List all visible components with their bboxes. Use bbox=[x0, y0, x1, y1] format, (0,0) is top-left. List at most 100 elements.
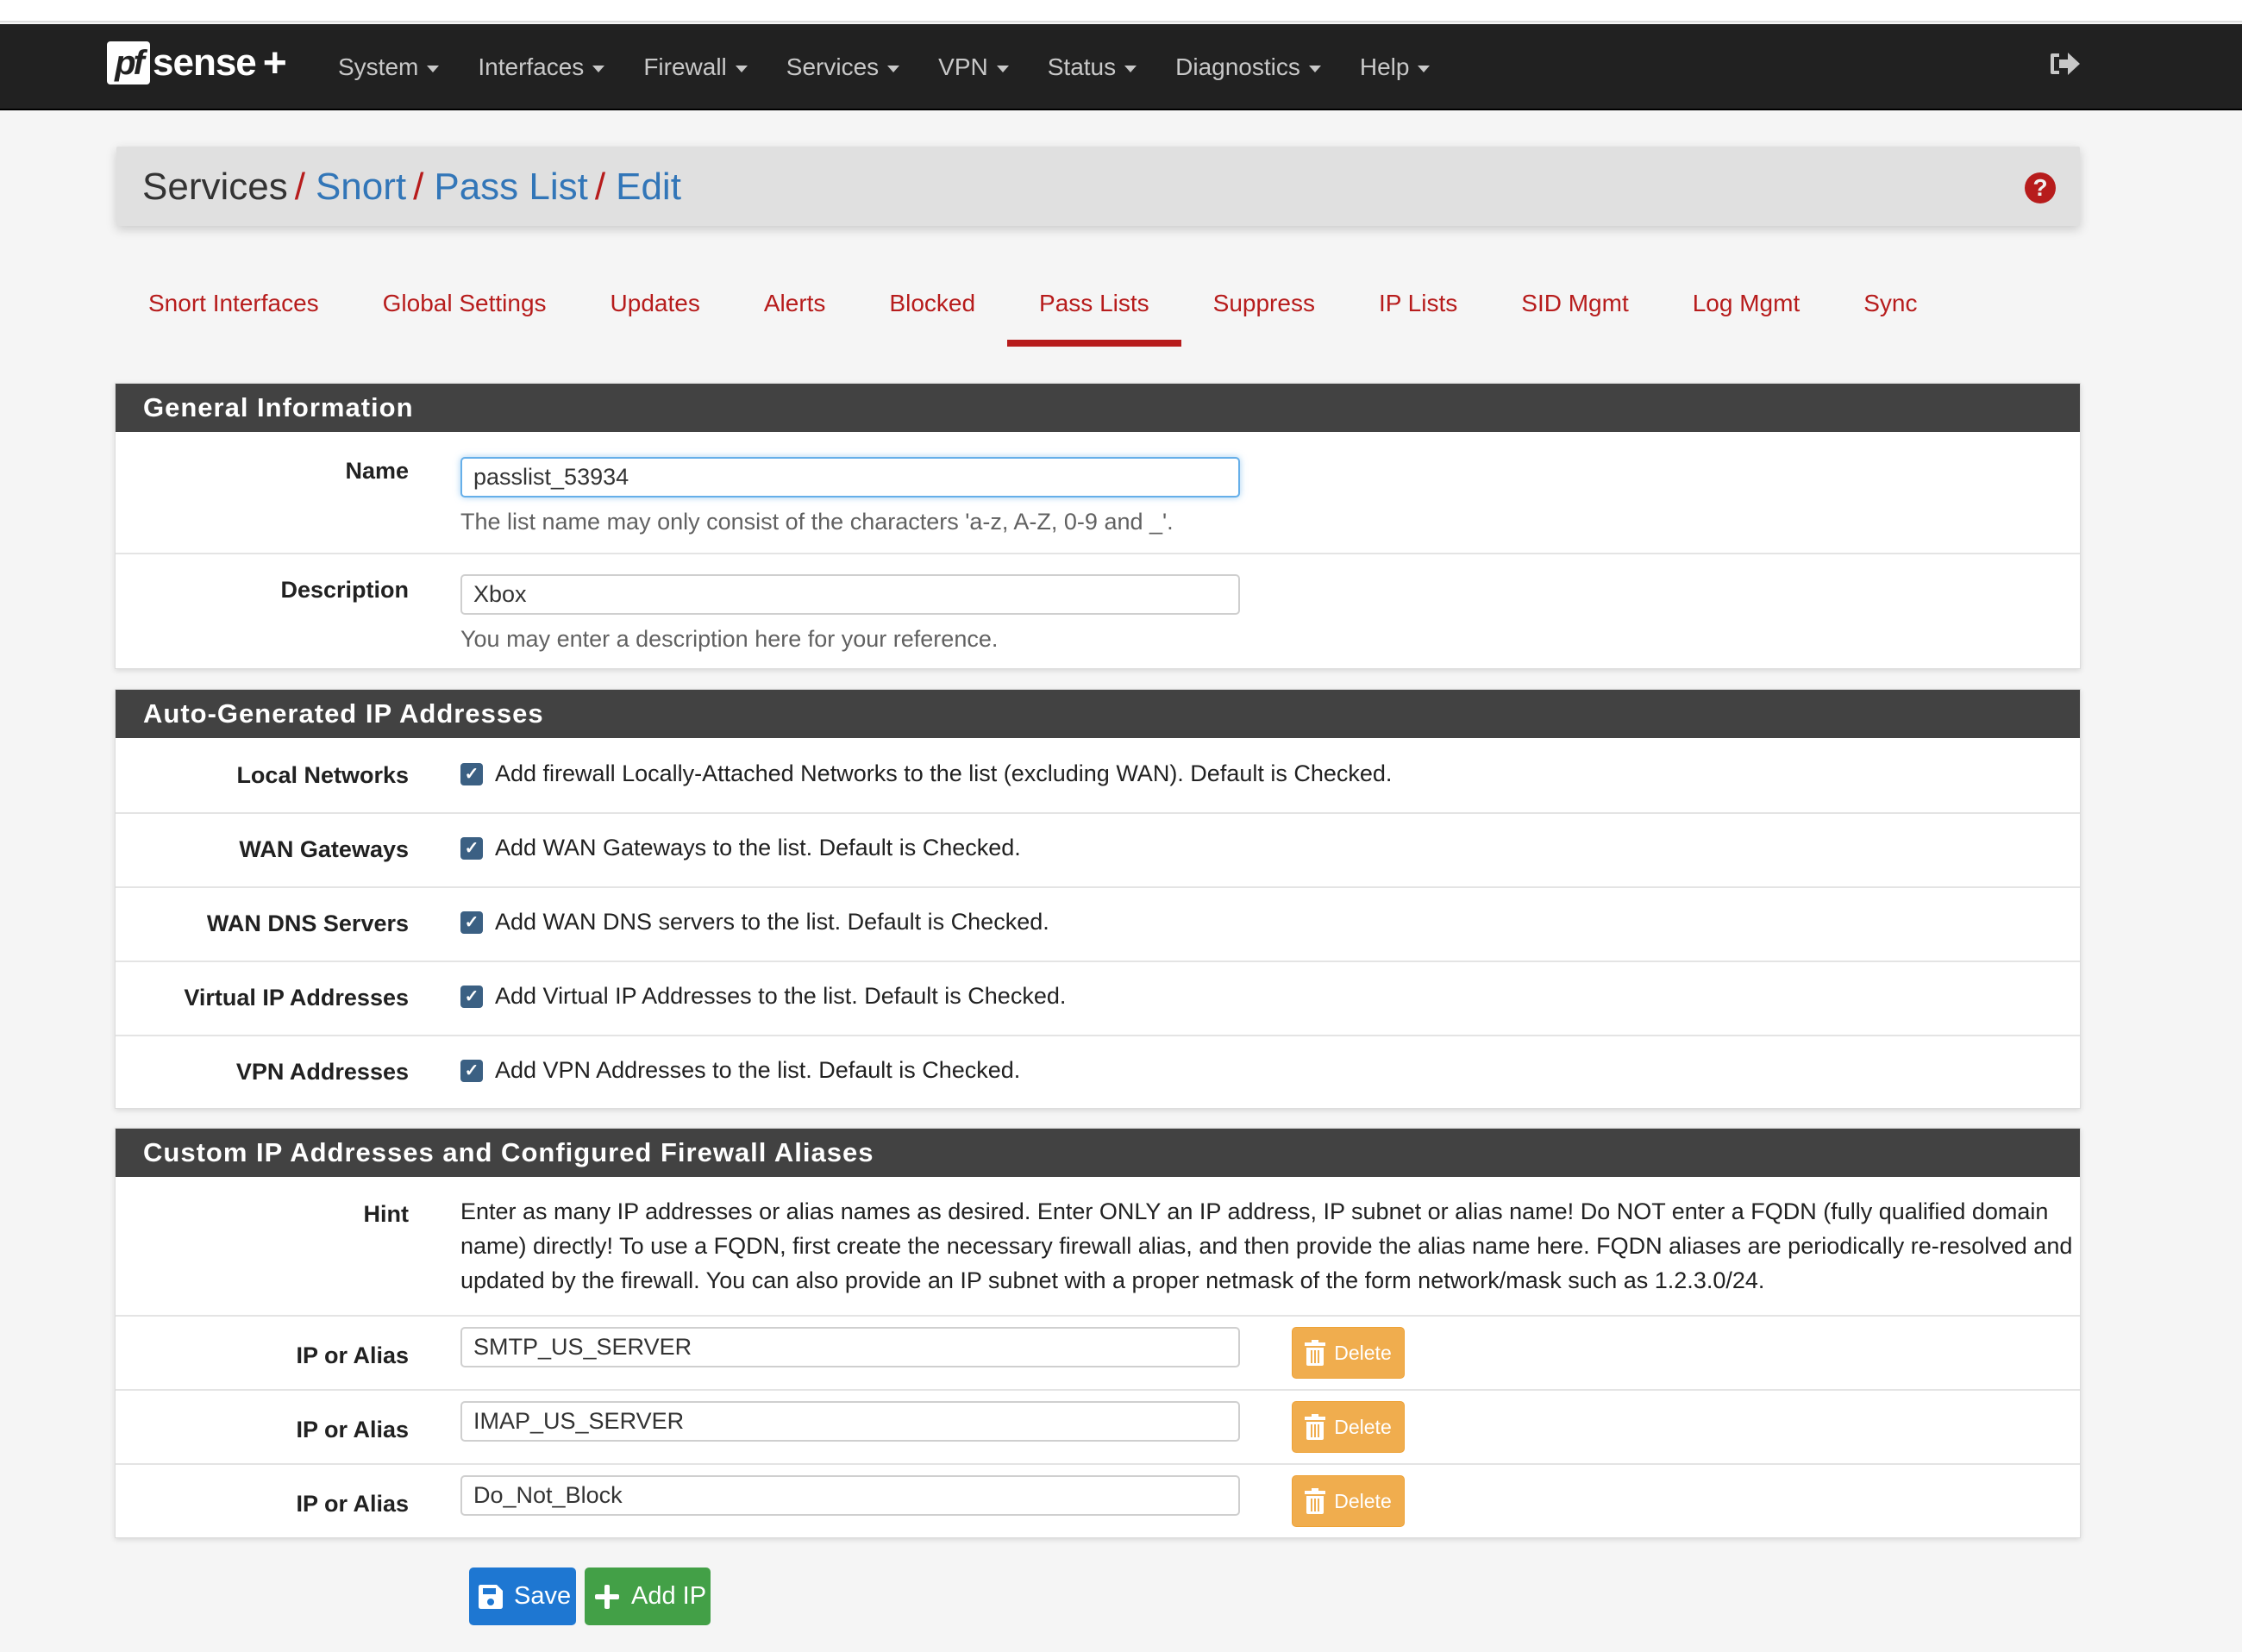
description-row: Description You may enter a description … bbox=[116, 553, 2080, 668]
caret-down-icon bbox=[427, 66, 440, 72]
virtual-ip-row: Virtual IP Addresses ✓ Add Virtual IP Ad… bbox=[116, 961, 2080, 1035]
tab-log-mgmt[interactable]: Log Mgmt bbox=[1661, 276, 1832, 347]
wan-dns-servers-option: ✓ Add WAN DNS servers to the list. Defau… bbox=[460, 909, 2073, 936]
hint-text: Enter as many IP addresses or alias name… bbox=[460, 1198, 2073, 1293]
pfsense-logo[interactable]: pf sense + bbox=[107, 40, 287, 86]
breadcrumb-edit[interactable]: Edit bbox=[616, 166, 681, 209]
wan-gateways-option: ✓ Add WAN Gateways to the list. Default … bbox=[460, 835, 2073, 861]
tab-global-settings[interactable]: Global Settings bbox=[351, 276, 579, 347]
tab-alerts[interactable]: Alerts bbox=[732, 276, 858, 347]
virtual-ip-option: ✓ Add Virtual IP Addresses to the list. … bbox=[460, 983, 2073, 1010]
menu-firewall[interactable]: Firewall bbox=[643, 53, 748, 81]
tab-suppress[interactable]: Suppress bbox=[1181, 276, 1347, 347]
delete-button[interactable]: Delete bbox=[1292, 1475, 1405, 1527]
ip-alias-row: IP or Alias Delete bbox=[116, 1463, 2080, 1537]
menu-system[interactable]: System bbox=[338, 53, 440, 81]
menu-label: Interfaces bbox=[478, 53, 585, 80]
ip-alias-input[interactable] bbox=[460, 1475, 1240, 1516]
ip-alias-field-group bbox=[460, 1327, 2073, 1367]
option-text: Add VPN Addresses to the list. Default i… bbox=[495, 1057, 1021, 1083]
menu-help[interactable]: Help bbox=[1360, 53, 1431, 81]
breadcrumb-separator: / bbox=[413, 166, 424, 208]
breadcrumb-pass-list[interactable]: Pass List bbox=[434, 166, 588, 209]
add-ip-label: Add IP bbox=[631, 1582, 707, 1610]
vpn-addresses-checkbox[interactable]: ✓ bbox=[460, 1059, 483, 1082]
caret-down-icon bbox=[887, 66, 900, 72]
tab-sid-mgmt[interactable]: SID Mgmt bbox=[1489, 276, 1660, 347]
caret-down-icon bbox=[592, 66, 605, 72]
auto-generated-panel: Auto-Generated IP Addresses Local Networ… bbox=[115, 689, 2081, 1109]
name-field-group: The list name may only consist of the ch… bbox=[460, 457, 2073, 535]
breadcrumb-panel: Services / Snort / Pass List / Edit ? bbox=[116, 147, 2080, 226]
hint-row: Hint Enter as many IP addresses or alias… bbox=[116, 1177, 2080, 1315]
delete-button[interactable]: Delete bbox=[1292, 1327, 1405, 1379]
caret-down-icon bbox=[1418, 66, 1431, 72]
ip-alias-label: IP or Alias bbox=[296, 1342, 409, 1368]
ip-alias-field-group bbox=[460, 1475, 2073, 1516]
option-text: Add firewall Locally-Attached Networks t… bbox=[495, 760, 1393, 786]
tab-blocked[interactable]: Blocked bbox=[857, 276, 1007, 347]
local-networks-row: Local Networks ✓ Add firewall Locally-At… bbox=[116, 738, 2080, 812]
panel-heading: General Information bbox=[116, 384, 2080, 432]
menu-vpn[interactable]: VPN bbox=[938, 53, 1009, 81]
delete-label: Delete bbox=[1334, 1489, 1392, 1512]
local-networks-checkbox[interactable]: ✓ bbox=[460, 762, 483, 785]
name-input[interactable] bbox=[460, 457, 1240, 497]
snort-tabs: Snort Interfaces Global Settings Updates… bbox=[116, 276, 1949, 347]
local-networks-option: ✓ Add firewall Locally-Attached Networks… bbox=[460, 760, 2073, 787]
logo-pf-mark: pf bbox=[107, 41, 150, 84]
option-text: Add WAN DNS servers to the list. Default… bbox=[495, 909, 1049, 935]
ip-alias-label: IP or Alias bbox=[296, 1491, 409, 1517]
row-label: VPN Addresses bbox=[235, 1059, 409, 1085]
description-field-group: You may enter a description here for you… bbox=[460, 574, 2073, 653]
save-button[interactable]: Save bbox=[469, 1568, 576, 1625]
breadcrumb-services: Services bbox=[142, 166, 288, 208]
ip-alias-input[interactable] bbox=[460, 1327, 1240, 1367]
trash-icon bbox=[1305, 1414, 1326, 1440]
virtual-ip-checkbox[interactable]: ✓ bbox=[460, 985, 483, 1008]
panel-heading: Custom IP Addresses and Configured Firew… bbox=[116, 1129, 2080, 1177]
delete-button[interactable]: Delete bbox=[1292, 1401, 1405, 1453]
row-label: WAN Gateways bbox=[239, 836, 409, 862]
caret-down-icon bbox=[1308, 66, 1321, 72]
breadcrumb-snort[interactable]: Snort bbox=[316, 166, 406, 209]
save-label: Save bbox=[514, 1582, 572, 1610]
logo-text: sense bbox=[153, 41, 257, 84]
menu-diagnostics[interactable]: Diagnostics bbox=[1175, 53, 1321, 81]
description-input[interactable] bbox=[460, 574, 1240, 615]
caret-down-icon bbox=[996, 66, 1009, 72]
add-ip-button[interactable]: Add IP bbox=[585, 1568, 711, 1625]
general-information-panel: General Information Name The list name m… bbox=[115, 383, 2081, 669]
trash-icon bbox=[1305, 1340, 1326, 1366]
tab-sync[interactable]: Sync bbox=[1832, 276, 1949, 347]
tab-updates[interactable]: Updates bbox=[579, 276, 732, 347]
menu-label: Help bbox=[1359, 53, 1410, 80]
tab-snort-interfaces[interactable]: Snort Interfaces bbox=[116, 276, 351, 347]
browser-top-strip bbox=[0, 0, 2242, 22]
hint-label: Hint bbox=[363, 1201, 409, 1227]
name-help-text: The list name may only consist of the ch… bbox=[460, 509, 1174, 535]
row-label: WAN DNS Servers bbox=[206, 910, 409, 936]
menu-label: Status bbox=[1047, 53, 1117, 80]
tab-pass-lists[interactable]: Pass Lists bbox=[1007, 276, 1181, 347]
delete-label: Delete bbox=[1334, 1415, 1392, 1438]
wan-gateways-checkbox[interactable]: ✓ bbox=[460, 836, 483, 860]
logo-plus: + bbox=[262, 40, 287, 86]
trash-icon bbox=[1305, 1488, 1326, 1514]
panel-heading: Auto-Generated IP Addresses bbox=[116, 690, 2080, 738]
tab-ip-lists[interactable]: IP Lists bbox=[1347, 276, 1489, 347]
menu-label: Firewall bbox=[643, 53, 727, 80]
sign-out-icon bbox=[2051, 53, 2080, 75]
menu-services[interactable]: Services bbox=[786, 53, 900, 81]
ip-alias-row: IP or Alias Delete bbox=[116, 1315, 2080, 1389]
ip-alias-input[interactable] bbox=[460, 1401, 1240, 1442]
menu-status[interactable]: Status bbox=[1048, 53, 1137, 81]
logout-button[interactable] bbox=[2049, 50, 2083, 78]
menu-label: Diagnostics bbox=[1175, 53, 1300, 80]
row-label: Local Networks bbox=[236, 762, 409, 788]
description-label: Description bbox=[280, 577, 409, 603]
ip-alias-label: IP or Alias bbox=[296, 1417, 409, 1442]
question-circle-icon[interactable]: ? bbox=[2025, 172, 2056, 203]
menu-interfaces[interactable]: Interfaces bbox=[478, 53, 605, 81]
wan-dns-servers-checkbox[interactable]: ✓ bbox=[460, 910, 483, 934]
